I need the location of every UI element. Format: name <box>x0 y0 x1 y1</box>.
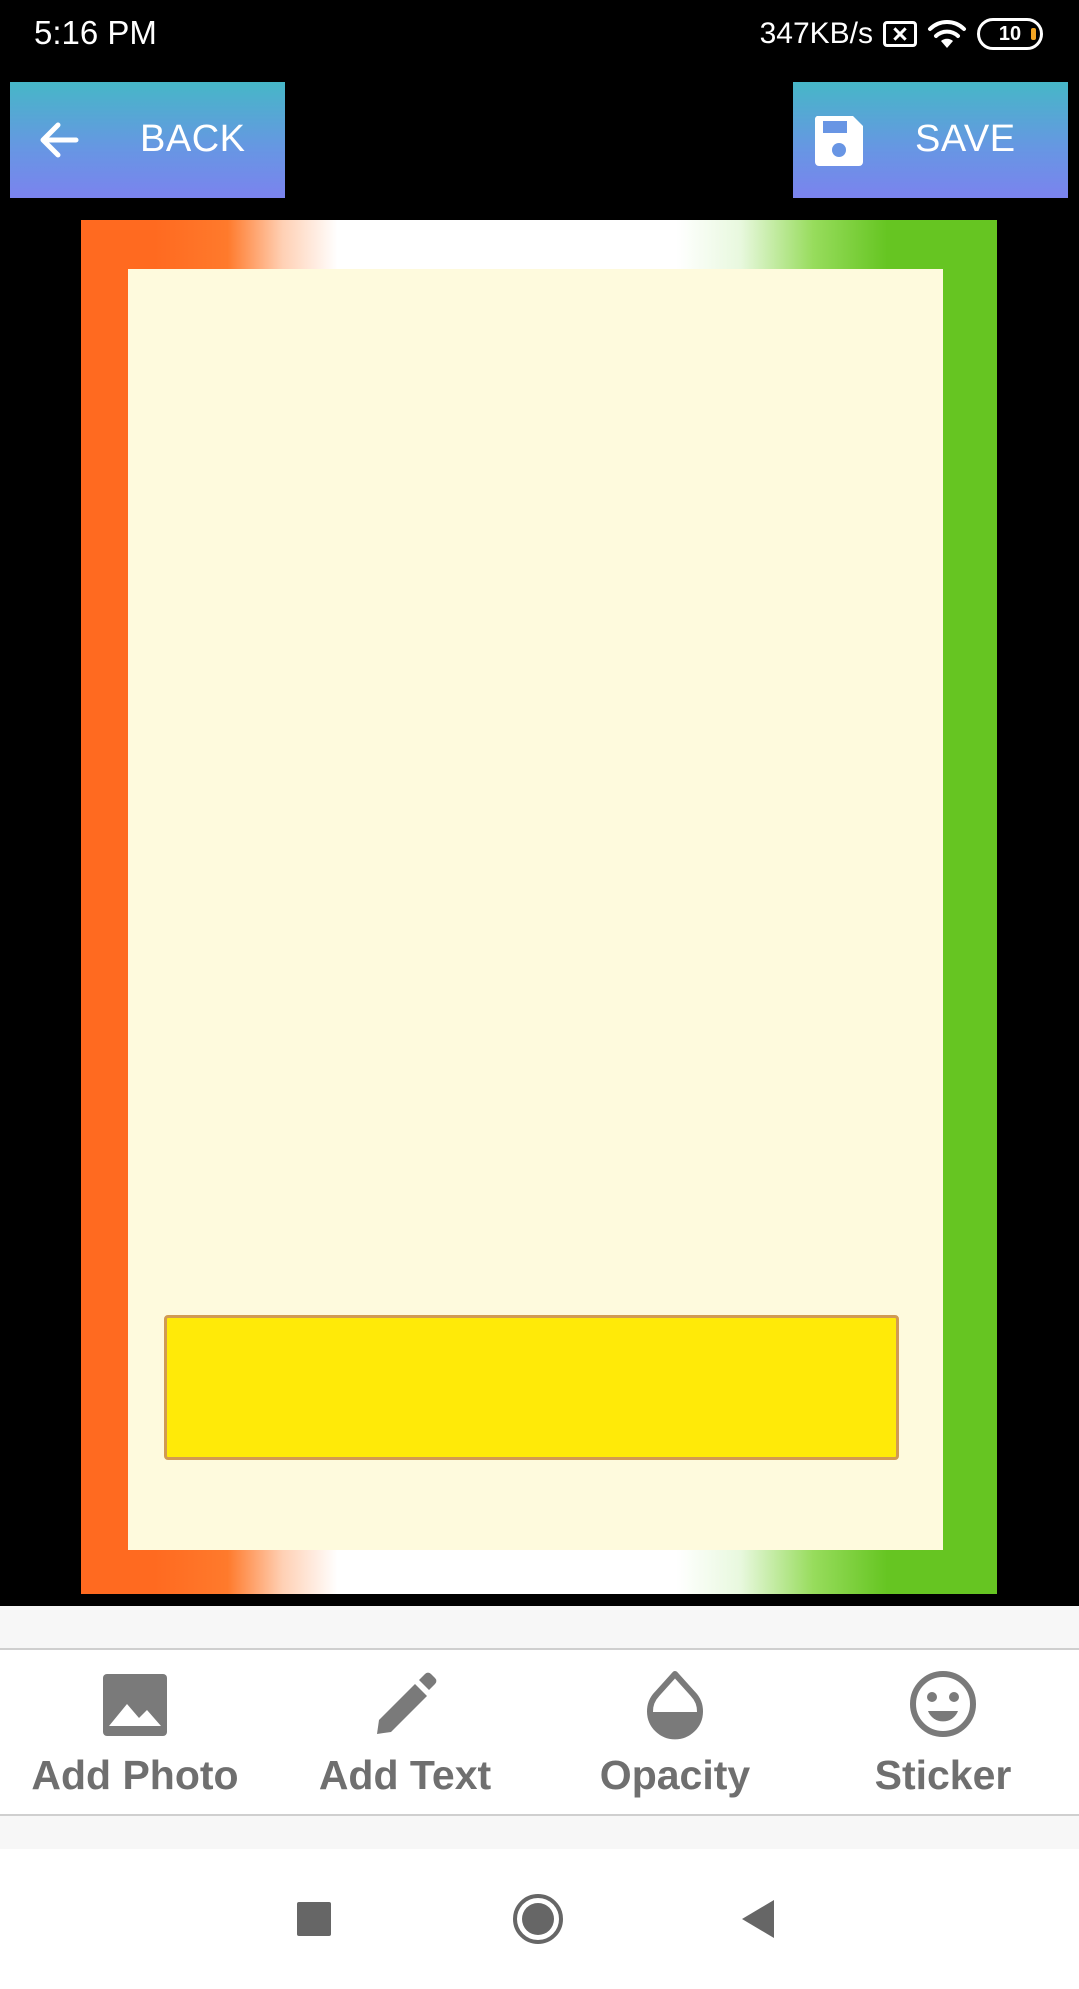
add-text-button[interactable]: Add Text <box>270 1650 540 1818</box>
add-photo-label: Add Photo <box>31 1752 239 1798</box>
opacity-label: Opacity <box>599 1752 751 1798</box>
network-speed: 347KB/s <box>759 17 873 50</box>
save-disk-icon <box>814 116 863 166</box>
no-sim-icon <box>883 21 917 47</box>
status-icons: 347KB/s 10 <box>760 14 1043 54</box>
smiley-icon <box>910 1671 976 1737</box>
add-text-label: Add Text <box>318 1752 492 1798</box>
add-photo-button[interactable]: Add Photo <box>0 1650 270 1818</box>
frame-right-border <box>942 220 997 1594</box>
arrow-left-icon <box>40 122 79 158</box>
home-icon[interactable] <box>508 1889 568 1949</box>
sticker-label: Sticker <box>874 1752 1012 1798</box>
frame-left-border <box>81 220 129 1594</box>
system-nav-bar <box>0 1849 1079 1989</box>
recent-apps-icon[interactable] <box>284 1889 344 1949</box>
sticker-button[interactable]: Sticker <box>808 1650 1078 1818</box>
back-nav-icon[interactable] <box>730 1889 790 1949</box>
back-button[interactable]: BACK <box>10 82 285 198</box>
pencil-icon <box>377 1672 437 1734</box>
bottom-toolbar: Add Photo Add Text Opacity Sticker <box>0 1648 1079 1816</box>
battery-icon: 10 <box>977 18 1043 50</box>
status-bar: 5:16 PM 347KB/s 10 <box>0 0 1079 70</box>
opacity-button[interactable]: Opacity <box>540 1650 810 1818</box>
wifi-icon <box>928 19 966 48</box>
save-label: SAVE <box>915 118 1016 160</box>
image-icon <box>103 1674 167 1736</box>
battery-level: 10 <box>998 22 1022 45</box>
status-time: 5:16 PM <box>34 14 157 51</box>
back-label: BACK <box>140 118 246 160</box>
save-button[interactable]: SAVE <box>793 82 1068 198</box>
text-box[interactable] <box>164 1315 899 1460</box>
opacity-drop-icon <box>647 1671 703 1740</box>
